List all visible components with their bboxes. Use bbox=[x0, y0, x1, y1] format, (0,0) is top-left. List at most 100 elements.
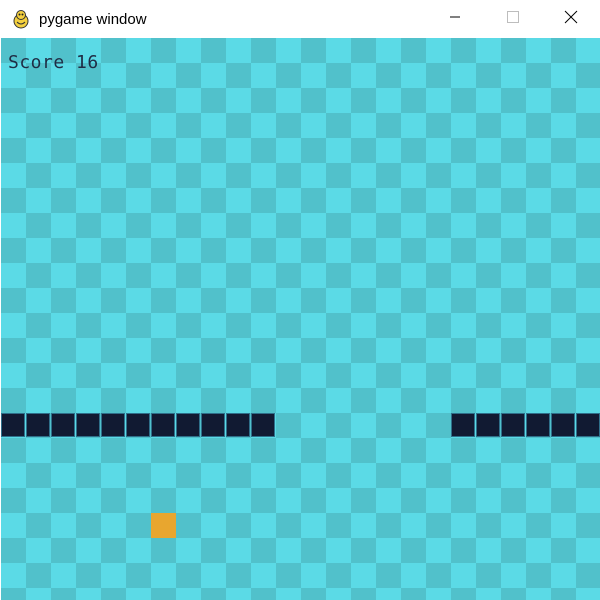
board-tile bbox=[26, 563, 51, 588]
board-tile bbox=[426, 488, 451, 513]
board-tile bbox=[201, 288, 226, 313]
title-bar[interactable]: pygame window bbox=[0, 0, 600, 38]
board-tile bbox=[76, 88, 101, 113]
board-tile bbox=[101, 113, 126, 138]
board-tile bbox=[251, 488, 276, 513]
board-tile bbox=[401, 238, 426, 263]
snake-segment bbox=[151, 413, 175, 437]
board-tile bbox=[76, 463, 101, 488]
board-tile bbox=[276, 588, 301, 600]
board-tile bbox=[126, 238, 151, 263]
board-tile bbox=[276, 213, 301, 238]
board-tile bbox=[251, 563, 276, 588]
board-tile bbox=[401, 338, 426, 363]
board-tile bbox=[526, 363, 551, 388]
board-tile bbox=[526, 213, 551, 238]
board-tile bbox=[451, 63, 476, 88]
board-tile bbox=[476, 213, 501, 238]
board-tile bbox=[576, 488, 600, 513]
board-tile bbox=[126, 213, 151, 238]
board-tile bbox=[226, 63, 251, 88]
board-tile bbox=[426, 288, 451, 313]
board-tile bbox=[251, 163, 276, 188]
board-tile bbox=[376, 388, 401, 413]
board-tile bbox=[126, 463, 151, 488]
board-tile bbox=[151, 113, 176, 138]
board-tile bbox=[1, 113, 26, 138]
board-tile bbox=[376, 413, 401, 438]
board-tile bbox=[226, 188, 251, 213]
board-tile bbox=[576, 213, 600, 238]
board-tile bbox=[176, 213, 201, 238]
board-tile bbox=[501, 338, 526, 363]
close-icon bbox=[564, 10, 578, 29]
board-tile bbox=[126, 563, 151, 588]
board-tile bbox=[526, 238, 551, 263]
board-tile bbox=[401, 413, 426, 438]
board-tile bbox=[501, 38, 526, 63]
board-tile bbox=[551, 588, 576, 600]
board-tile bbox=[176, 588, 201, 600]
board-tile bbox=[326, 513, 351, 538]
board-tile bbox=[101, 263, 126, 288]
board-tile bbox=[326, 113, 351, 138]
board-tile bbox=[201, 38, 226, 63]
board-tile bbox=[576, 113, 600, 138]
board-tile bbox=[201, 438, 226, 463]
board-tile bbox=[251, 538, 276, 563]
board-tile bbox=[501, 438, 526, 463]
close-button[interactable] bbox=[542, 0, 600, 38]
board-tile bbox=[551, 88, 576, 113]
board-tile bbox=[176, 113, 201, 138]
board-tile bbox=[576, 388, 600, 413]
board-tile bbox=[301, 163, 326, 188]
board-tile bbox=[576, 138, 600, 163]
board-tile bbox=[326, 313, 351, 338]
board-tile bbox=[276, 63, 301, 88]
board-tile bbox=[326, 38, 351, 63]
board-tile bbox=[176, 388, 201, 413]
board-tile bbox=[201, 263, 226, 288]
board-tile bbox=[251, 588, 276, 600]
board-tile bbox=[501, 588, 526, 600]
board-tile bbox=[276, 313, 301, 338]
board-tile bbox=[76, 238, 101, 263]
board-tile bbox=[376, 538, 401, 563]
maximize-button[interactable] bbox=[484, 0, 542, 38]
board-tile bbox=[226, 213, 251, 238]
board-tile bbox=[1, 563, 26, 588]
board-tile bbox=[351, 413, 376, 438]
board-tile bbox=[551, 438, 576, 463]
board-tile bbox=[426, 463, 451, 488]
minimize-button[interactable] bbox=[426, 0, 484, 38]
snake-segment bbox=[51, 413, 75, 437]
board-tile bbox=[26, 588, 51, 600]
board-tile bbox=[526, 188, 551, 213]
board-tile bbox=[176, 163, 201, 188]
board-tile bbox=[326, 488, 351, 513]
board-tile bbox=[151, 263, 176, 288]
board-tile bbox=[376, 438, 401, 463]
board-tile bbox=[476, 363, 501, 388]
board-tile bbox=[376, 213, 401, 238]
board-tile bbox=[326, 138, 351, 163]
pygame-snake-icon bbox=[10, 8, 32, 30]
board-tile bbox=[176, 138, 201, 163]
board-tile bbox=[1, 588, 26, 600]
board-tile bbox=[251, 463, 276, 488]
game-canvas[interactable]: Score 16 bbox=[1, 38, 600, 600]
board-tile bbox=[551, 238, 576, 263]
board-tile bbox=[226, 138, 251, 163]
board-tile bbox=[526, 113, 551, 138]
board-tile bbox=[101, 163, 126, 188]
board-tile bbox=[26, 388, 51, 413]
board-tile bbox=[201, 338, 226, 363]
board-tile bbox=[126, 313, 151, 338]
board-tile bbox=[576, 513, 600, 538]
board-tile bbox=[226, 238, 251, 263]
board-tile bbox=[451, 538, 476, 563]
board-tile bbox=[176, 88, 201, 113]
board-tile bbox=[376, 313, 401, 338]
board-tile bbox=[551, 463, 576, 488]
board-tile bbox=[401, 388, 426, 413]
